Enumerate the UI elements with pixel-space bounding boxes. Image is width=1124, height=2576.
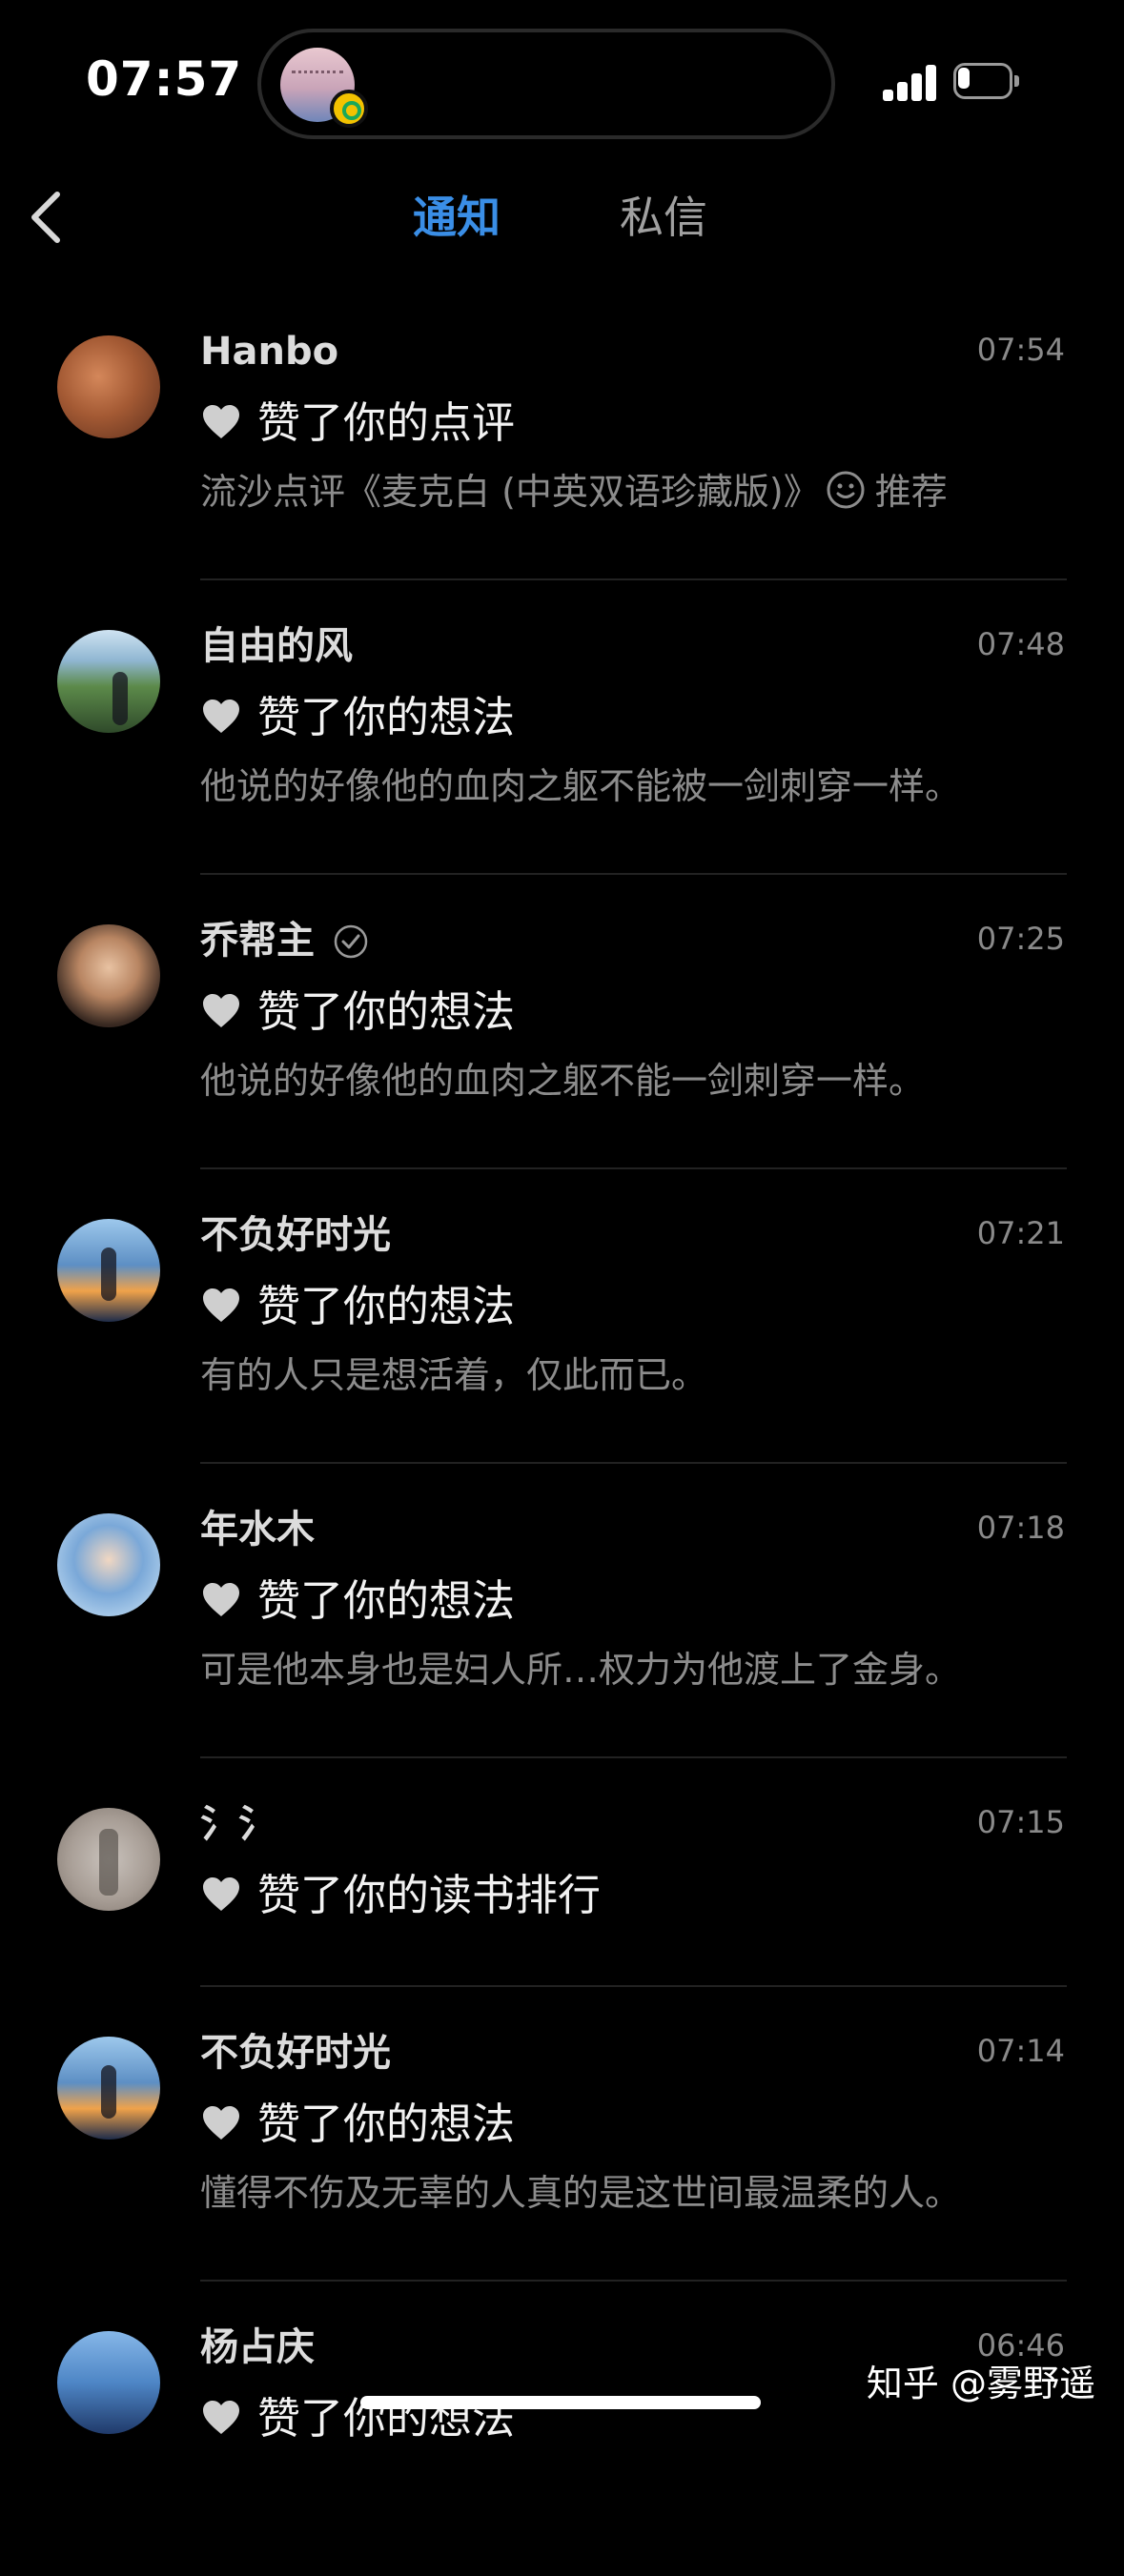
heart-icon	[203, 2106, 239, 2140]
avatar[interactable]	[57, 2037, 160, 2140]
avatar[interactable]	[57, 1513, 160, 1616]
back-chevron-icon[interactable]	[21, 187, 82, 248]
avatar[interactable]	[57, 630, 160, 733]
notification-time: 07:14	[976, 2033, 1065, 2069]
username[interactable]: 年水木	[200, 1504, 315, 1555]
notification-time: 07:25	[976, 921, 1065, 957]
dynamic-island[interactable]	[257, 29, 835, 139]
notification-time: 07:54	[976, 332, 1065, 368]
notification-item[interactable]: 杨占庆 06:46 赞了你的想法	[0, 2282, 1124, 2576]
notification-content[interactable]: 可是他本身也是妇人所…权力为他渡上了金身。	[200, 1643, 961, 1696]
notification-list: Hanbo 07:54 赞了你的点评 流沙点评《麦克白 (中英双语珍藏版)》 推荐…	[0, 286, 1124, 2576]
notification-content[interactable]: 他说的好像他的血肉之躯不能被一剑刺穿一样。	[200, 760, 961, 813]
battery-icon	[953, 63, 1020, 101]
action-text: 赞了你的想法	[257, 986, 516, 1037]
action-text: 赞了你的点评	[257, 397, 516, 448]
music-app-badge-icon	[330, 90, 368, 128]
username[interactable]: 杨占庆	[200, 2322, 315, 2373]
smile-icon	[827, 471, 865, 509]
action-text: 赞了你的想法	[257, 692, 516, 742]
content-text: 流沙点评《麦克白 (中英双语珍藏版)》	[200, 471, 820, 513]
avatar[interactable]	[57, 1219, 160, 1322]
notification-item[interactable]: 年水木 07:18 赞了你的想法 可是他本身也是妇人所…权力为他渡上了金身。	[0, 1464, 1124, 1758]
notification-content[interactable]: 流沙点评《麦克白 (中英双语珍藏版)》 推荐	[200, 465, 948, 518]
heart-icon	[203, 2401, 239, 2434]
username[interactable]: Hanbo	[200, 326, 338, 377]
username[interactable]: 不负好时光	[200, 2027, 391, 2079]
username[interactable]: 氵氵	[200, 1798, 276, 1850]
avatar[interactable]	[57, 335, 160, 438]
heart-icon	[203, 700, 239, 733]
avatar[interactable]	[57, 1808, 160, 1911]
username[interactable]: 不负好时光	[200, 1209, 391, 1261]
action-text: 赞了你的想法	[257, 2099, 516, 2149]
notification-time: 07:21	[976, 1215, 1065, 1251]
notification-item[interactable]: 乔帮主 07:25 赞了你的想法 他说的好像他的血肉之躯不能一剑刺穿一样。	[0, 875, 1124, 1169]
status-time: 07:57	[86, 51, 243, 107]
notification-time: 07:15	[976, 1804, 1065, 1840]
notification-content[interactable]: 有的人只是想活着，仅此而已。	[200, 1349, 707, 1402]
heart-icon	[203, 405, 239, 438]
notification-item[interactable]: 不负好时光 07:21 赞了你的想法 有的人只是想活着，仅此而已。	[0, 1169, 1124, 1464]
notification-item[interactable]: 不负好时光 07:14 赞了你的想法 懂得不伤及无辜的人真的是这世间最温柔的人。	[0, 1987, 1124, 2282]
avatar[interactable]	[57, 2331, 160, 2434]
action-text: 赞了你的想法	[257, 1281, 516, 1331]
content-suffix: 推荐	[874, 471, 948, 513]
notification-item[interactable]: 氵氵 07:15 赞了你的读书排行	[0, 1758, 1124, 1987]
nav-bar: 通知 私信	[0, 162, 1124, 276]
notification-time: 07:48	[976, 626, 1065, 662]
home-indicator[interactable]	[360, 2396, 761, 2409]
heart-icon	[203, 1877, 239, 1911]
watermark: 知乎 @雾野遥	[866, 2363, 1095, 2404]
tab-messages[interactable]: 私信	[620, 189, 707, 246]
notification-time: 07:18	[976, 1510, 1065, 1546]
username[interactable]: 乔帮主	[200, 915, 315, 966]
heart-icon	[203, 1583, 239, 1616]
username[interactable]: 自由的风	[200, 620, 353, 672]
heart-icon	[203, 994, 239, 1027]
cellular-signal-icon	[883, 63, 938, 101]
tab-notifications[interactable]: 通知	[413, 189, 501, 246]
action-text: 赞了你的想法	[257, 1575, 516, 1626]
notification-content[interactable]: 懂得不伤及无辜的人真的是这世间最温柔的人。	[200, 2166, 961, 2220]
action-text: 赞了你的读书排行	[257, 1870, 602, 1920]
avatar[interactable]	[57, 924, 160, 1027]
heart-icon	[203, 1288, 239, 1322]
notification-item[interactable]: Hanbo 07:54 赞了你的点评 流沙点评《麦克白 (中英双语珍藏版)》 推荐	[0, 286, 1124, 580]
notification-item[interactable]: 自由的风 07:48 赞了你的想法 他说的好像他的血肉之躯不能被一剑刺穿一样。	[0, 580, 1124, 875]
notification-content[interactable]: 他说的好像他的血肉之躯不能一剑刺穿一样。	[200, 1054, 925, 1107]
status-bar: 07:57	[0, 0, 1124, 162]
verified-check-icon	[334, 924, 368, 959]
